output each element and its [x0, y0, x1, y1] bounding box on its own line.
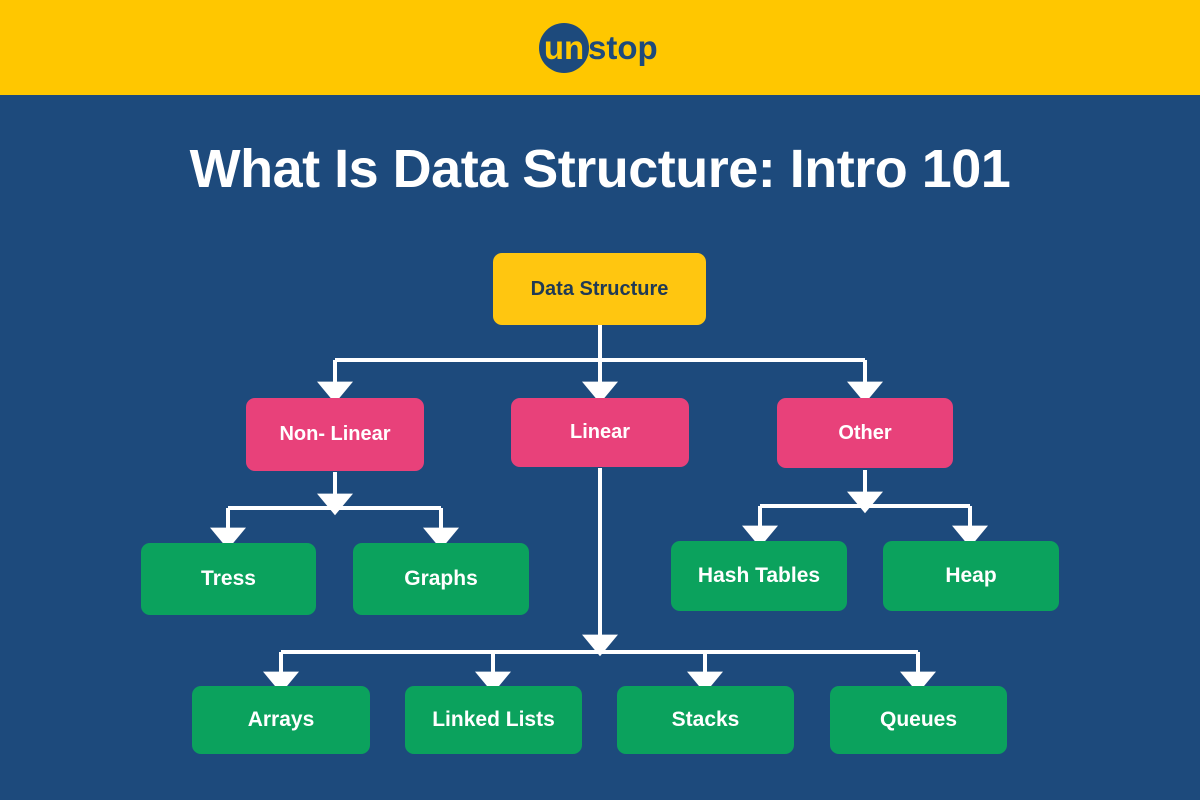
node-heap[interactable]: Heap	[883, 541, 1059, 611]
node-non-linear[interactable]: Non- Linear	[246, 398, 424, 471]
node-other[interactable]: Other	[777, 398, 953, 468]
node-label: Hash Tables	[697, 564, 821, 587]
node-label: Heap	[945, 564, 997, 587]
node-queues[interactable]: Queues	[830, 686, 1007, 754]
node-label: Linear	[569, 421, 631, 443]
infographic-page: un stop What Is Data Structure: Intro 10…	[0, 0, 1200, 800]
node-label: Tress	[201, 567, 256, 590]
data-structure-tree-diagram: Data Structure Non- Linear Linear Other …	[0, 0, 1200, 800]
node-label: Non- Linear	[279, 423, 391, 445]
node-stacks[interactable]: Stacks	[617, 686, 794, 754]
node-label: Data Structure	[530, 277, 669, 300]
node-label: Arrays	[247, 708, 315, 731]
node-label: Linked Lists	[432, 708, 555, 731]
node-hash-tables[interactable]: Hash Tables	[671, 541, 847, 611]
node-linear[interactable]: Linear	[511, 398, 689, 467]
node-graphs[interactable]: Graphs	[353, 543, 529, 615]
node-data-structure[interactable]: Data Structure	[493, 253, 706, 325]
node-arrays[interactable]: Arrays	[192, 686, 370, 754]
node-label: Other	[838, 421, 892, 444]
node-tress[interactable]: Tress	[141, 543, 316, 615]
node-linked-lists[interactable]: Linked Lists	[405, 686, 582, 754]
node-label: Queues	[879, 708, 958, 731]
node-label: Stacks	[671, 708, 740, 731]
node-label: Graphs	[404, 567, 478, 590]
